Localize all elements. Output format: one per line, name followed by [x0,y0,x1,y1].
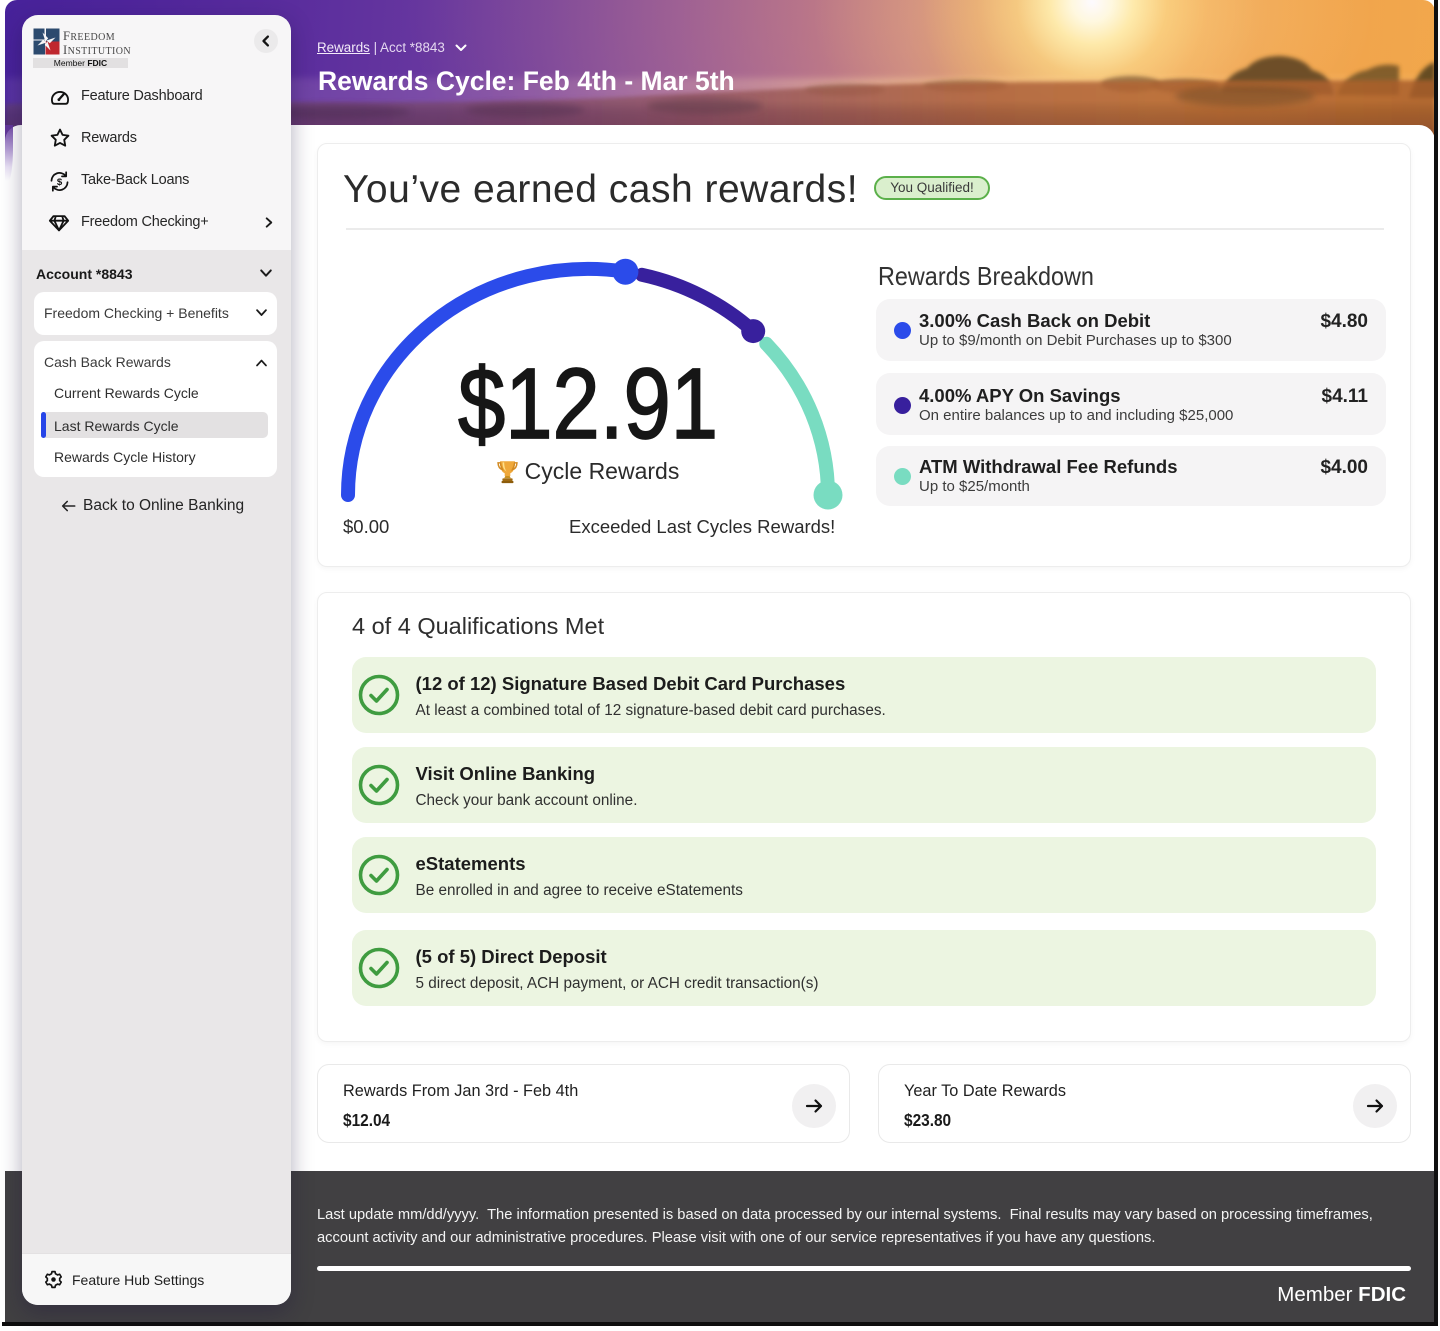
svg-text:$: $ [57,177,63,188]
